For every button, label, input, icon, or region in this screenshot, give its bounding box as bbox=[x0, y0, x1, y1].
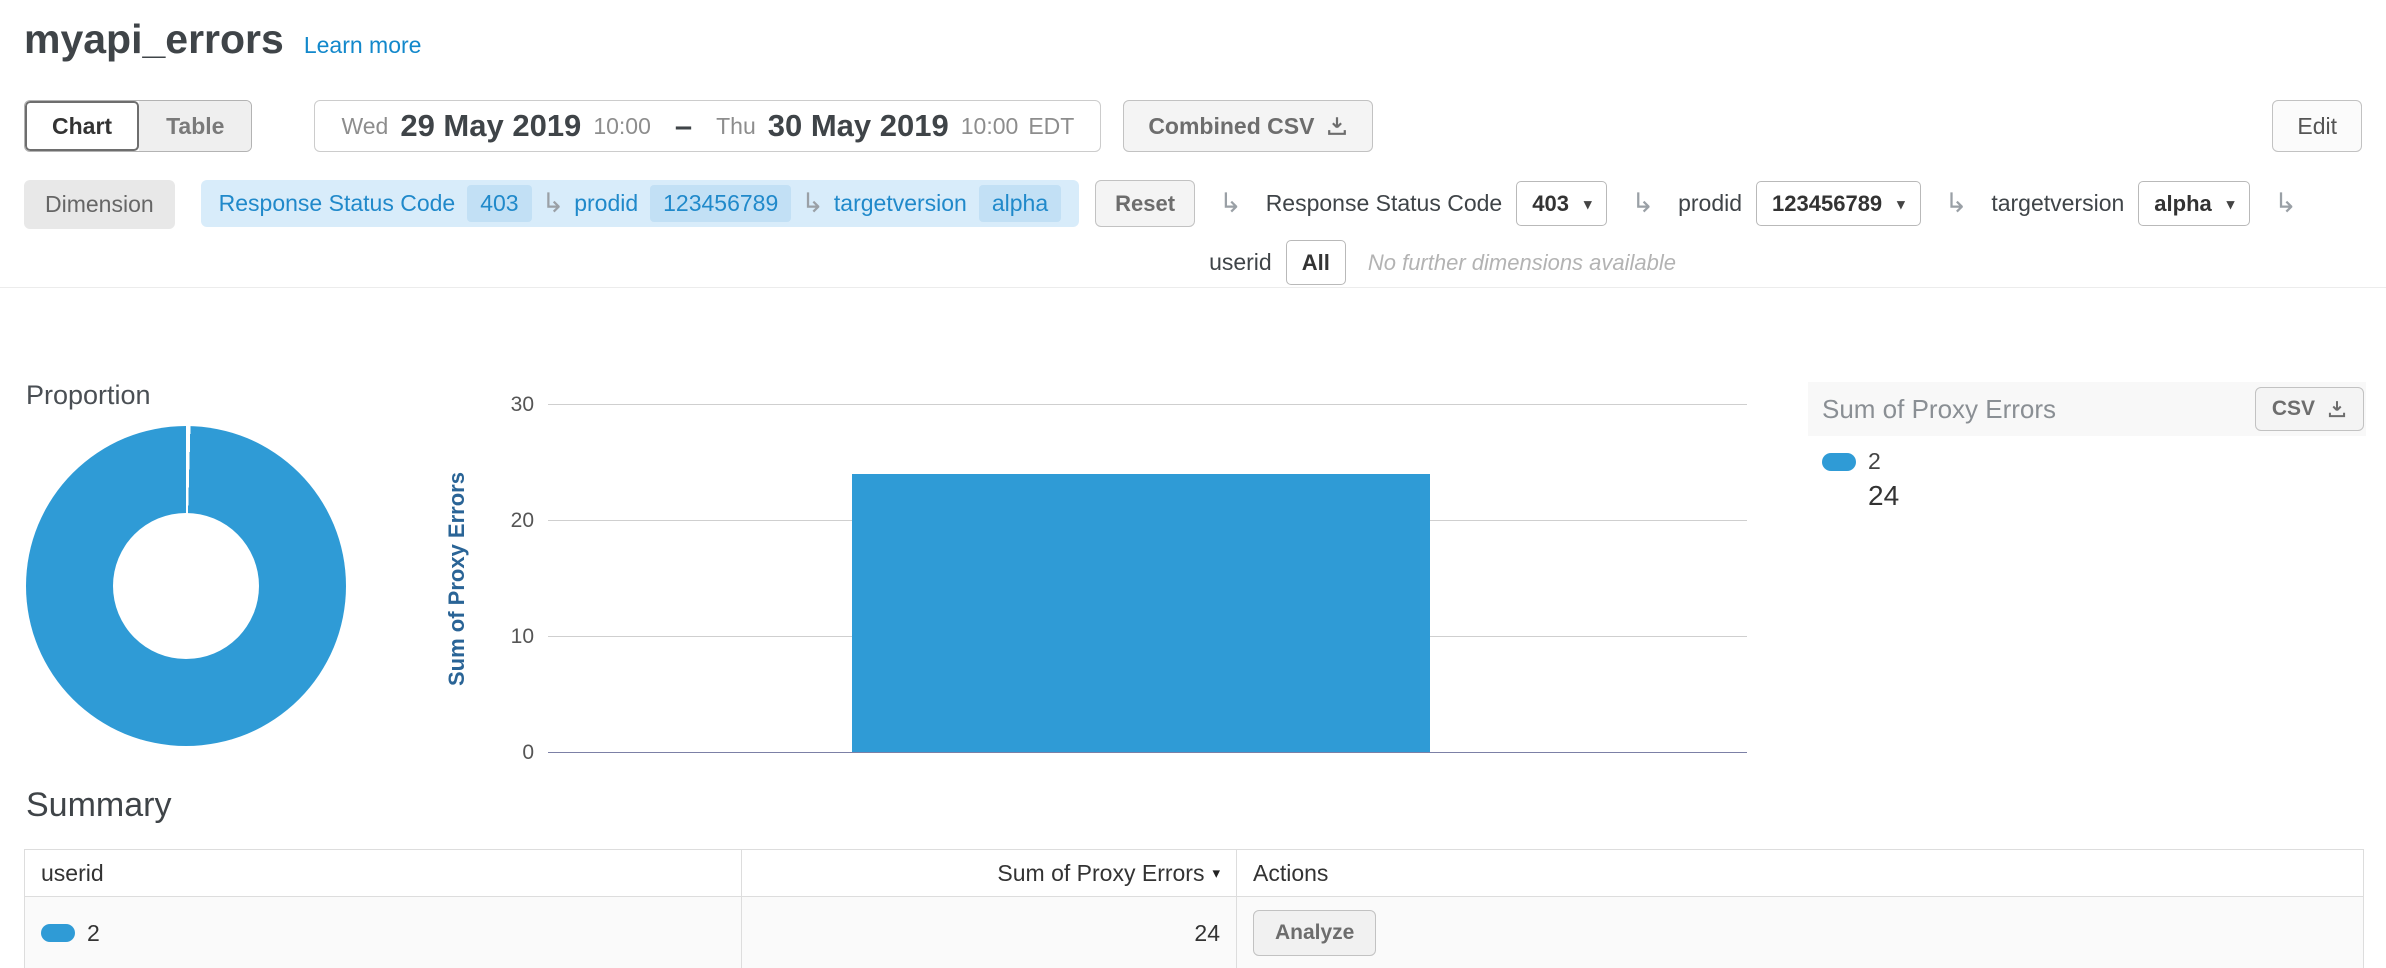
y-tick-label: 10 bbox=[511, 625, 534, 649]
selector-response-status-code[interactable]: 403 ▾ bbox=[1516, 181, 1607, 226]
timezone-label: EDT bbox=[1028, 113, 1074, 140]
legend-title: Sum of Proxy Errors bbox=[1822, 394, 2056, 425]
x-axis-line bbox=[548, 752, 1747, 753]
column-header-sum-of-proxy-errors[interactable]: Sum of Proxy Errors ▾ bbox=[742, 850, 1237, 897]
combined-csv-label: Combined CSV bbox=[1148, 113, 1314, 140]
y-tick-label: 0 bbox=[522, 741, 534, 765]
donut-chart[interactable] bbox=[26, 426, 346, 746]
gridline bbox=[548, 404, 1747, 405]
download-icon bbox=[2327, 399, 2347, 419]
branch-arrow-icon: ↳ bbox=[2274, 190, 2297, 217]
reset-button[interactable]: Reset bbox=[1095, 180, 1195, 227]
csv-label: CSV bbox=[2272, 397, 2315, 421]
end-day: Thu bbox=[716, 113, 756, 140]
learn-more-link[interactable]: Learn more bbox=[304, 32, 422, 59]
end-date: 30 May 2019 bbox=[768, 108, 949, 144]
selector-prodid[interactable]: 123456789 ▾ bbox=[1756, 181, 1921, 226]
bar-plot-area bbox=[548, 405, 1747, 753]
proportion-title: Proportion bbox=[26, 380, 151, 411]
dimension-selector-line-1: ↳ Response Status Code 403 ▾ ↳ prodid 12… bbox=[1209, 180, 2307, 227]
date-range-picker[interactable]: Wed 29 May 2019 10:00 – Thu 30 May 2019 … bbox=[314, 100, 1101, 152]
dimension-selector-line-2: userid All No further dimensions availab… bbox=[1209, 239, 2307, 286]
branch-arrow-icon: ↳ bbox=[1631, 190, 1654, 217]
view-toggle: Chart Table bbox=[24, 100, 252, 152]
dimension-bar: Dimension Response Status Code 403 ↳ pro… bbox=[24, 180, 2362, 286]
selector-targetversion[interactable]: alpha ▾ bbox=[2138, 181, 2250, 226]
charts-section: Proportion Sum of Proxy Errors 0 10 20 30 S… bbox=[0, 380, 2386, 772]
legend-swatch bbox=[1822, 453, 1856, 471]
csv-button[interactable]: CSV bbox=[2255, 387, 2364, 431]
selector-name-userid: userid bbox=[1209, 249, 1272, 276]
selector-name-targetversion: targetversion bbox=[1991, 190, 2124, 217]
download-icon bbox=[1326, 115, 1348, 137]
breadcrumb-name-prodid[interactable]: prodid bbox=[574, 190, 638, 217]
legend-item[interactable]: 224 bbox=[1822, 448, 2366, 512]
selector-value: All bbox=[1302, 250, 1330, 276]
breadcrumb-value-alpha[interactable]: alpha bbox=[979, 185, 1061, 222]
chevron-down-icon: ▾ bbox=[1584, 195, 1592, 213]
breadcrumb-value-403[interactable]: 403 bbox=[467, 185, 531, 222]
legend-header: Sum of Proxy Errors CSV bbox=[1808, 382, 2366, 436]
branch-arrow-icon: ↳ bbox=[1945, 190, 1968, 217]
start-time: 10:00 bbox=[593, 113, 651, 140]
y-tick-label: 30 bbox=[511, 393, 534, 417]
selector-value: 403 bbox=[1532, 191, 1569, 217]
start-day: Wed bbox=[341, 113, 388, 140]
legend-items: 224 bbox=[1808, 448, 2366, 512]
selector-value: alpha bbox=[2154, 191, 2211, 217]
chart-view-button[interactable]: Chart bbox=[25, 101, 139, 151]
column-header-label: Sum of Proxy Errors bbox=[997, 860, 1204, 887]
branch-arrow-icon: ↳ bbox=[801, 190, 824, 217]
legend-label: 2 bbox=[1868, 448, 1881, 475]
chevron-down-icon: ▾ bbox=[2227, 195, 2235, 213]
legend-value: 24 bbox=[1868, 480, 2366, 512]
dimension-label: Dimension bbox=[24, 180, 175, 229]
branch-arrow-icon: ↳ bbox=[542, 190, 565, 217]
legend-panel: Sum of Proxy Errors CSV 224 bbox=[1808, 382, 2366, 512]
selector-name-prodid: prodid bbox=[1678, 190, 1742, 217]
summary-table: userid Sum of Proxy Errors ▾ Actions 2 24… bbox=[24, 849, 2364, 968]
dimension-selectors: ↳ Response Status Code 403 ▾ ↳ prodid 12… bbox=[1209, 180, 2307, 286]
date-range-separator: – bbox=[675, 108, 692, 144]
summary-title: Summary bbox=[26, 786, 171, 825]
section-divider bbox=[0, 287, 2386, 288]
analyze-button[interactable]: Analyze bbox=[1253, 910, 1376, 956]
edit-button[interactable]: Edit bbox=[2272, 100, 2362, 152]
breadcrumb-name-response-status-code[interactable]: Response Status Code bbox=[219, 190, 456, 217]
breadcrumb-name-targetversion[interactable]: targetversion bbox=[834, 190, 967, 217]
selector-name-response-status-code: Response Status Code bbox=[1266, 190, 1503, 217]
table-cell-actions: Analyze bbox=[1237, 897, 2363, 968]
end-time: 10:00 bbox=[961, 113, 1019, 140]
table-cell-userid: 2 bbox=[25, 897, 742, 968]
table-view-button[interactable]: Table bbox=[139, 101, 251, 151]
column-header-actions: Actions bbox=[1237, 850, 2363, 897]
toolbar: Chart Table Wed 29 May 2019 10:00 – Thu … bbox=[24, 100, 2362, 152]
y-tick-label: 20 bbox=[511, 509, 534, 533]
selector-userid-all[interactable]: All bbox=[1286, 240, 1346, 285]
series-swatch bbox=[41, 924, 75, 942]
userid-value: 2 bbox=[87, 920, 100, 947]
branch-arrow-icon: ↳ bbox=[1219, 190, 1242, 217]
bar[interactable] bbox=[852, 474, 1430, 752]
sort-descending-icon: ▾ bbox=[1212, 864, 1220, 882]
y-tick-labels: 0102030 bbox=[468, 405, 534, 753]
chevron-down-icon: ▾ bbox=[1897, 195, 1905, 213]
table-cell-sum: 24 bbox=[742, 897, 1237, 968]
page-title: myapi_errors bbox=[24, 16, 284, 63]
breadcrumb-value-123456789[interactable]: 123456789 bbox=[650, 185, 791, 222]
page-header: myapi_errors Learn more bbox=[24, 16, 421, 63]
no-further-dimensions-text: No further dimensions available bbox=[1368, 250, 1676, 276]
combined-csv-button[interactable]: Combined CSV bbox=[1123, 100, 1373, 152]
dimension-breadcrumb: Response Status Code 403 ↳ prodid 123456… bbox=[201, 180, 1079, 227]
column-header-userid: userid bbox=[25, 850, 742, 897]
selector-value: 123456789 bbox=[1772, 191, 1882, 217]
start-date: 29 May 2019 bbox=[400, 108, 581, 144]
